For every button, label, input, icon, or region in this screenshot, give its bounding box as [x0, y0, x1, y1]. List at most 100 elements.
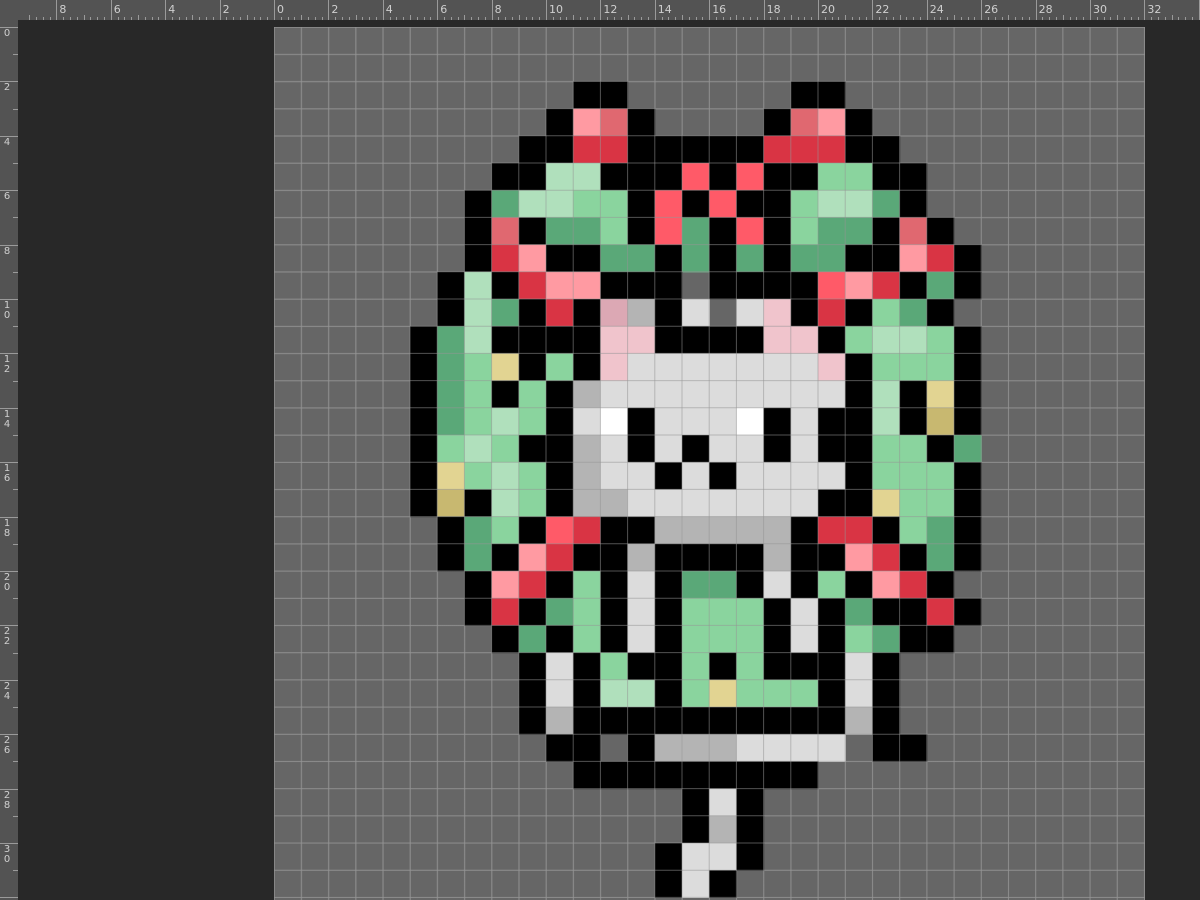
pixel-cell: [546, 625, 574, 654]
pixel-cell: [709, 679, 737, 708]
pixel-cell: [437, 407, 465, 436]
pixel-cell: [736, 679, 765, 708]
pixel-cell: [736, 163, 765, 191]
pixel-cell: [954, 516, 982, 545]
pixel-cell: [654, 435, 683, 463]
ruler-tick: [111, 0, 112, 20]
pixel-cell: [899, 625, 928, 654]
ruler-tick: [1090, 0, 1091, 20]
pixel-cell: [899, 217, 928, 246]
pixel-cell: [518, 244, 547, 273]
pixel-cell: [464, 244, 493, 273]
pixel-cell: [491, 244, 520, 273]
pixel-cell: [600, 108, 629, 137]
pixel-cell: [437, 516, 465, 545]
horizontal-ruler[interactable]: 8 6 4 2 0 2 4 6 8 10 12 14 16 18 20 22 24 26 28 30 32: [0, 0, 1200, 20]
pixel-cell: [845, 652, 873, 681]
pixel-cell: [573, 407, 601, 436]
pixel-cell: [736, 217, 765, 246]
pixel-cell: [491, 353, 520, 382]
pixel-cell: [518, 353, 547, 382]
pixel-cell: [926, 598, 955, 626]
pixel-cell: [546, 217, 574, 246]
pixel-cell: [600, 380, 629, 409]
pixel-cell: [818, 598, 846, 626]
pixel-cell: [926, 516, 955, 545]
ruler-tick: [0, 353, 18, 354]
pixel-cell: [627, 108, 656, 137]
vertical-ruler[interactable]: 0 2 4 6 8 1 0 1 2 1 4 1 6 1 8 2 0 2 2 2 4 2 6 2 8 3 0: [0, 20, 18, 900]
pixel-cell: [654, 571, 683, 599]
ruler-left-label: 2 2: [3, 626, 11, 648]
pixel-cell: [491, 598, 520, 626]
pixel-cell: [763, 380, 792, 409]
pixel-cell: [872, 462, 901, 490]
pixel-cell: [872, 217, 901, 246]
pixel-cell: [872, 353, 901, 382]
pixel-cell: [464, 326, 493, 354]
pixel-cell: [736, 625, 765, 654]
ruler-tick: [546, 0, 547, 20]
pixel-cell: [682, 135, 710, 164]
ruler-tick: [981, 0, 982, 20]
pixel-cell: [546, 516, 574, 545]
document-canvas[interactable]: [274, 27, 1145, 900]
pixel-cell: [763, 489, 792, 518]
pixel-cell: [736, 271, 765, 300]
pixel-cell: [491, 407, 520, 436]
ruler-top-label: 8: [494, 3, 502, 16]
pixel-cell: [954, 462, 982, 490]
pixel-cell: [627, 462, 656, 490]
ruler-top-label: 10: [549, 3, 563, 16]
pixel-cell: [600, 462, 629, 490]
pixel-cell: [736, 190, 765, 218]
pixel-cell: [818, 217, 846, 246]
pixel-cell: [682, 244, 710, 273]
pixel-cell: [763, 625, 792, 654]
ruler-left-label: 1 8: [3, 517, 11, 539]
pixel-cell: [410, 353, 438, 382]
pixel-cell: [546, 707, 574, 735]
pixel-cell: [709, 598, 737, 626]
pixel-cell: [736, 761, 765, 790]
pixel-cell: [627, 734, 656, 762]
pixel-cell: [926, 380, 955, 409]
pixel-cell: [410, 462, 438, 490]
pixel-cell: [872, 271, 901, 300]
pixel-cell: [627, 489, 656, 518]
pixel-cell: [464, 299, 493, 327]
pixel-cell: [600, 326, 629, 354]
ruler-tick: [655, 0, 656, 20]
pixel-cell: [573, 353, 601, 382]
ruler-left-label: 2 6: [3, 735, 11, 757]
pixel-cell: [709, 135, 737, 164]
pixel-cell: [682, 516, 710, 545]
ruler-origin-corner[interactable]: [0, 0, 18, 20]
pixel-cell: [546, 299, 574, 327]
pixel-cell: [926, 271, 955, 300]
ruler-left-label: 8: [3, 245, 11, 257]
pixel-cell: [627, 380, 656, 409]
pixel-cell: [845, 217, 873, 246]
pixel-cell: [763, 462, 792, 490]
pixel-cell: [627, 326, 656, 354]
pixel-cell: [872, 543, 901, 572]
pixel-cell: [410, 380, 438, 409]
pixel-cell: [654, 625, 683, 654]
pixel-cell: [464, 543, 493, 572]
pixel-cell: [491, 625, 520, 654]
pixel-cell: [491, 435, 520, 463]
pixel-cell: [845, 598, 873, 626]
ruler-top-label: 8: [59, 3, 67, 16]
pixel-cell: [872, 652, 901, 681]
pixel-cell: [736, 598, 765, 626]
pixel-cell: [546, 571, 574, 599]
pixel-cell: [682, 380, 710, 409]
pixel-cell: [573, 299, 601, 327]
ruler-tick: [0, 462, 18, 463]
pixel-cell: [682, 462, 710, 490]
ruler-tick: [274, 0, 275, 20]
ruler-top-label: 12: [603, 3, 618, 16]
pixel-cell: [872, 326, 901, 354]
pixel-cell: [872, 435, 901, 463]
